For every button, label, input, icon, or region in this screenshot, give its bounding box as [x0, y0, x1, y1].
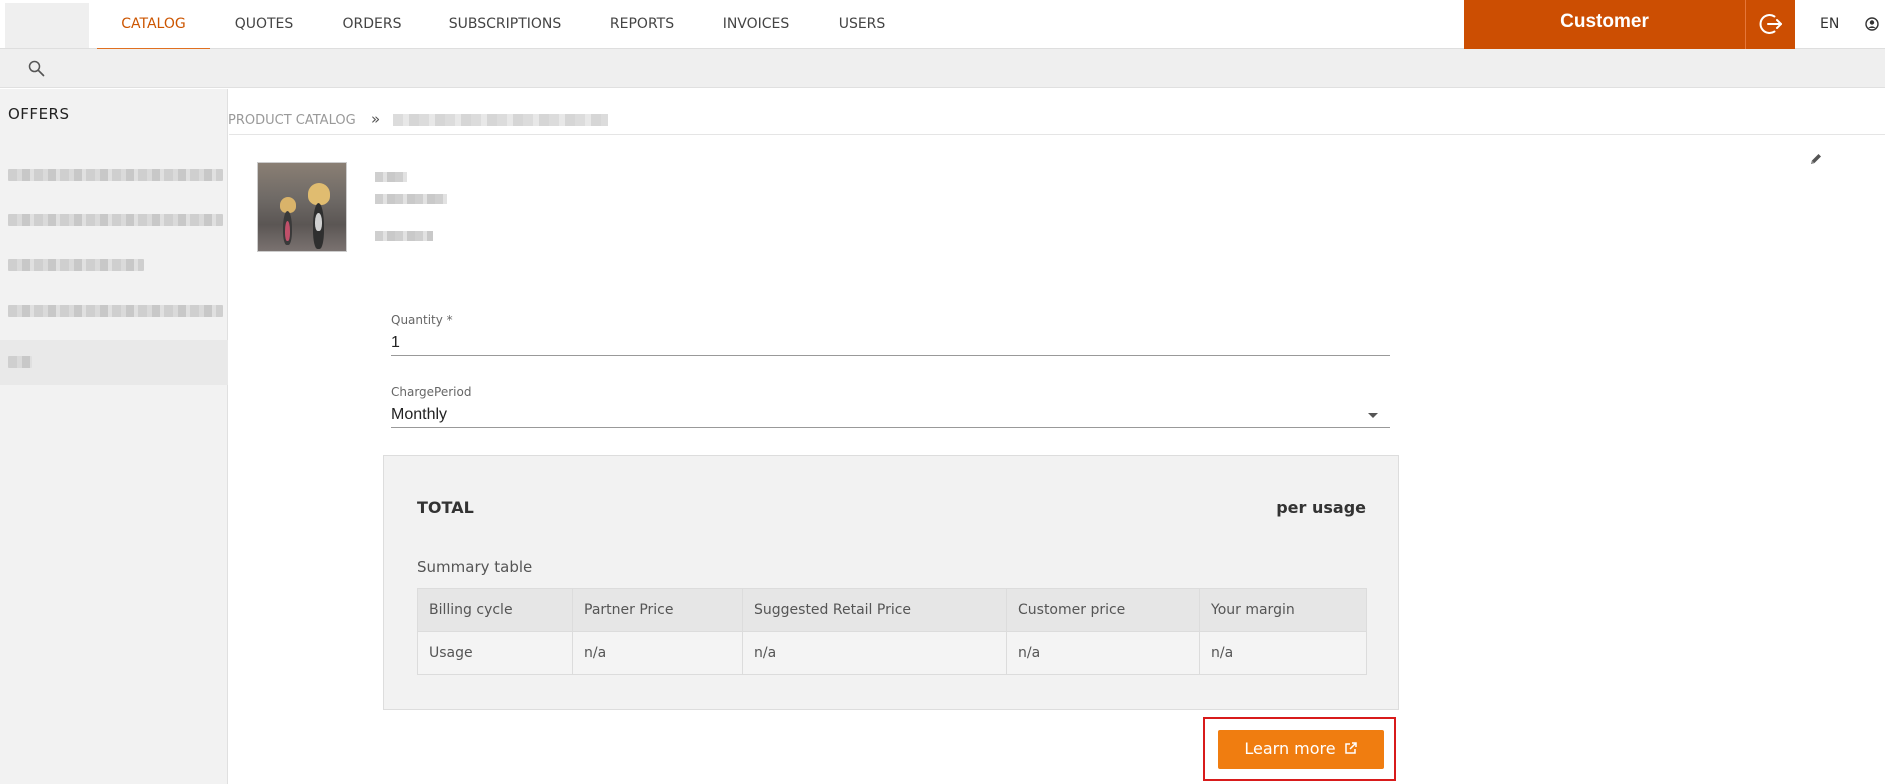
total-label: TOTAL	[417, 498, 474, 517]
user-icon[interactable]	[1865, 17, 1879, 31]
summary-table-title: Summary table	[417, 558, 533, 576]
external-link-icon	[1344, 742, 1357, 754]
tab-quotes[interactable]: QUOTES	[222, 0, 306, 49]
charge-period-select[interactable]: Monthly	[391, 402, 1390, 428]
charge-period-field: ChargePeriod Monthly	[391, 385, 1390, 431]
table-row: Usage n/a n/a n/a n/a	[417, 631, 1367, 675]
summary-table: Billing cycle Partner Price Suggested Re…	[417, 588, 1367, 675]
product-sku	[375, 231, 433, 241]
column-header: Your margin	[1199, 588, 1367, 632]
logo[interactable]	[5, 3, 89, 48]
search-icon[interactable]	[28, 60, 45, 77]
column-header: Suggested Retail Price	[742, 588, 1007, 632]
charge-period-value: Monthly	[391, 406, 448, 423]
column-header: Partner Price	[572, 588, 743, 632]
total-value: per usage	[1276, 498, 1366, 517]
sidebar-title: OFFERS	[8, 105, 70, 123]
breadcrumb-separator: »	[371, 110, 381, 128]
table-cell: Usage	[417, 631, 573, 675]
tab-invoices[interactable]: INVOICES	[714, 0, 798, 49]
charge-period-label: ChargePeriod	[391, 385, 472, 399]
pencil-icon[interactable]	[1809, 152, 1823, 166]
logout-icon	[1759, 14, 1782, 34]
tab-catalog[interactable]: CATALOG	[97, 0, 210, 50]
chevron-down-icon	[1368, 413, 1378, 418]
sidebar-item-offer-1[interactable]	[0, 151, 228, 196]
sidebar-item-offer-5[interactable]	[0, 340, 228, 385]
sidebar-item-offer-3[interactable]	[0, 241, 228, 286]
tab-users[interactable]: USERS	[828, 0, 896, 49]
breadcrumb-current	[393, 114, 608, 126]
sidebar-item-label	[8, 305, 223, 317]
quantity-input[interactable]	[391, 330, 1390, 356]
search-bar	[0, 49, 1885, 88]
bird-throat	[285, 221, 290, 241]
bird-cheek	[315, 213, 322, 231]
top-navigation-bar: CATALOG QUOTES ORDERS SUBSCRIPTIONS REPO…	[0, 0, 1885, 50]
bird-crest	[308, 183, 330, 205]
product-vendor	[375, 194, 447, 204]
customer-button[interactable]: Customer	[1464, 0, 1745, 49]
sidebar-item-offer-2[interactable]	[0, 196, 228, 241]
tab-reports[interactable]: REPORTS	[597, 0, 687, 49]
table-cell: n/a	[1006, 631, 1200, 675]
breadcrumb: PRODUCT CATALOG »	[228, 89, 1885, 134]
offers-sidebar: OFFERS	[0, 89, 228, 784]
column-header: Customer price	[1006, 588, 1200, 632]
table-cell: n/a	[1199, 631, 1367, 675]
learn-more-button[interactable]: Learn more	[1218, 730, 1384, 769]
total-panel: TOTAL per usage Summary table Billing cy…	[383, 455, 1399, 710]
sidebar-item-offer-4[interactable]	[0, 287, 228, 332]
sidebar-item-label	[8, 356, 32, 368]
tab-orders[interactable]: ORDERS	[330, 0, 414, 49]
logout-button[interactable]	[1745, 0, 1795, 49]
product-name	[375, 172, 407, 182]
table-cell: n/a	[742, 631, 1007, 675]
column-header: Billing cycle	[417, 588, 573, 632]
breadcrumb-product-catalog[interactable]: PRODUCT CATALOG	[228, 113, 356, 128]
tab-subscriptions[interactable]: SUBSCRIPTIONS	[442, 0, 568, 49]
product-detail-panel: Quantity * ChargePeriod Monthly TOTAL pe…	[229, 134, 1885, 784]
product-image	[257, 162, 347, 252]
table-header-row: Billing cycle Partner Price Suggested Re…	[417, 588, 1367, 632]
quantity-label: Quantity *	[391, 313, 453, 327]
sidebar-item-label	[8, 169, 223, 181]
table-cell: n/a	[572, 631, 743, 675]
sidebar-item-label	[8, 259, 144, 271]
sidebar-item-label	[8, 214, 223, 226]
quantity-field: Quantity *	[391, 313, 1390, 359]
learn-more-label: Learn more	[1244, 739, 1336, 758]
language-selector[interactable]: EN	[1820, 0, 1839, 49]
